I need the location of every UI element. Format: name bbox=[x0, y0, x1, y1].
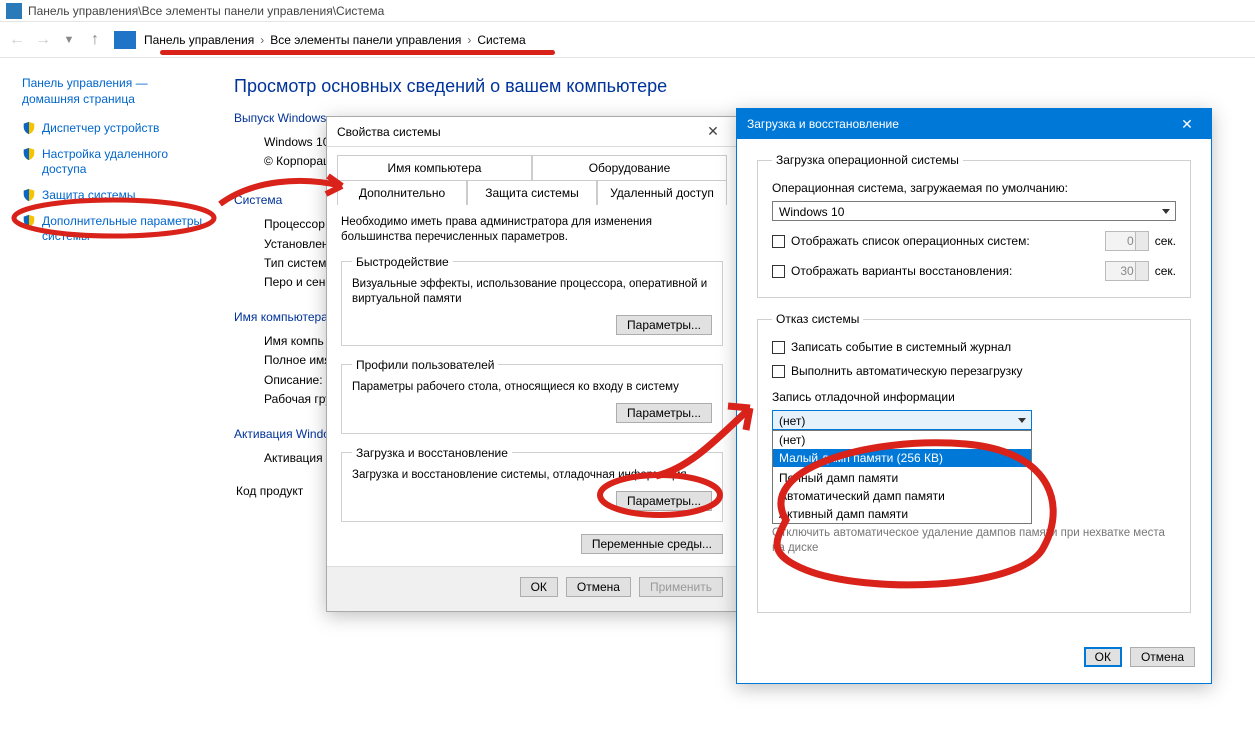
shield-icon bbox=[22, 147, 36, 161]
seconds-unit: сек. bbox=[1155, 234, 1176, 248]
startup-recovery-settings-button[interactable]: Параметры... bbox=[616, 491, 712, 511]
dialog-startup-recovery: Загрузка и восстановление ✕ Загрузка опе… bbox=[736, 108, 1212, 684]
dump-type-selected: (нет) bbox=[779, 414, 805, 428]
group-performance: Быстродействие Визуальные эффекты, испол… bbox=[341, 255, 723, 346]
sidebar-item-remote-settings[interactable]: Настройка удаленного доступа bbox=[22, 147, 208, 178]
env-vars-button[interactable]: Переменные среды... bbox=[581, 534, 723, 554]
control-panel-icon bbox=[6, 3, 22, 19]
sidebar-item-label: Диспетчер устройств bbox=[42, 121, 159, 137]
apply-button[interactable]: Применить bbox=[639, 577, 723, 597]
sidebar-item-system-protection[interactable]: Защита системы bbox=[22, 188, 208, 204]
dump-option-active[interactable]: Активный дамп памяти bbox=[773, 505, 1031, 523]
seconds-unit: сек. bbox=[1155, 264, 1176, 278]
dump-type-dropdown[interactable]: (нет) Малый дамп памяти (256 КВ) Дамп па… bbox=[772, 430, 1032, 524]
checkbox-label: Записать событие в системный журнал bbox=[791, 340, 1011, 354]
dump-option-full[interactable]: Полный дамп памяти bbox=[773, 469, 1031, 487]
group-legend: Быстродействие bbox=[352, 255, 453, 269]
checkbox-label: Отображать варианты восстановления: bbox=[791, 264, 1099, 278]
close-icon[interactable]: ✕ bbox=[699, 122, 727, 142]
performance-settings-button[interactable]: Параметры... bbox=[616, 315, 712, 335]
dump-type-combo[interactable]: (нет) bbox=[772, 410, 1032, 430]
chevron-down-icon bbox=[1162, 209, 1170, 214]
group-legend: Профили пользователей bbox=[352, 358, 498, 372]
checkbox-show-recovery[interactable] bbox=[772, 265, 785, 278]
crumb-system[interactable]: Система bbox=[477, 33, 525, 47]
sidebar-item-label: Защита системы bbox=[42, 188, 135, 204]
dialog-footer: ОК Отмена Применить bbox=[327, 566, 737, 611]
window-path: Панель управления\Все элементы панели уп… bbox=[28, 4, 384, 18]
group-text: Визуальные эффекты, использование процес… bbox=[352, 277, 712, 307]
checkbox-show-os-list[interactable] bbox=[772, 235, 785, 248]
disable-auto-delete-label: Отключить автоматическое удаление дампов… bbox=[772, 526, 1176, 556]
crumb-all-items[interactable]: Все элементы панели управления bbox=[270, 33, 461, 47]
os-list-seconds-spinner[interactable]: 0 bbox=[1105, 231, 1149, 251]
group-user-profiles: Профили пользователей Параметры рабочего… bbox=[341, 358, 723, 434]
close-icon[interactable]: ✕ bbox=[1173, 114, 1201, 134]
shield-icon bbox=[22, 188, 36, 202]
dialog-title-bar[interactable]: Свойства системы ✕ bbox=[327, 117, 737, 147]
tabs-row-1: Имя компьютера Оборудование bbox=[337, 155, 727, 180]
sidebar-item-device-manager[interactable]: Диспетчер устройств bbox=[22, 121, 208, 137]
crumb-sep: › bbox=[467, 33, 471, 47]
checkbox-write-event[interactable] bbox=[772, 341, 785, 354]
sidebar: Панель управления — домашняя страница Ди… bbox=[0, 58, 220, 501]
nav-bar: ← → ▼ ↑ Панель управления › Все элементы… bbox=[0, 22, 1255, 58]
dialog-footer: ОК Отмена bbox=[737, 637, 1211, 683]
shield-icon bbox=[22, 214, 36, 228]
up-button[interactable]: ↑ bbox=[84, 29, 106, 51]
forward-button[interactable]: → bbox=[32, 29, 54, 51]
group-system-failure: Отказ системы Записать событие в системн… bbox=[757, 312, 1191, 613]
checkbox-auto-restart[interactable] bbox=[772, 365, 785, 378]
profiles-settings-button[interactable]: Параметры... bbox=[616, 403, 712, 423]
group-text: Параметры рабочего стола, относящиеся ко… bbox=[352, 380, 712, 395]
checkbox-label: Выполнить автоматическую перезагрузку bbox=[791, 364, 1023, 378]
group-startup-recovery: Загрузка и восстановление Загрузка и вос… bbox=[341, 446, 723, 522]
group-system-startup: Загрузка операционной системы Операционн… bbox=[757, 153, 1191, 298]
checkbox-label: Отображать список операционных систем: bbox=[791, 234, 1099, 248]
tab-remote[interactable]: Удаленный доступ bbox=[597, 180, 727, 205]
ok-button[interactable]: ОК bbox=[520, 577, 558, 597]
crumb-control-panel[interactable]: Панель управления bbox=[144, 33, 254, 47]
window-title-bar: Панель управления\Все элементы панели уп… bbox=[0, 0, 1255, 22]
recovery-seconds-spinner[interactable]: 30 bbox=[1105, 261, 1149, 281]
breadcrumb[interactable]: Панель управления › Все элементы панели … bbox=[144, 33, 526, 47]
back-button[interactable]: ← bbox=[6, 29, 28, 51]
sidebar-item-label: Дополнительные параметры системы bbox=[42, 214, 208, 245]
dump-option-none[interactable]: (нет) bbox=[773, 431, 1031, 449]
dialog-title-bar[interactable]: Загрузка и восстановление ✕ bbox=[737, 109, 1211, 139]
group-legend: Загрузка и восстановление bbox=[352, 446, 512, 460]
dialog-title-text: Свойства системы bbox=[337, 125, 441, 139]
dialog-title-text: Загрузка и восстановление bbox=[747, 117, 899, 131]
default-os-combo[interactable]: Windows 10 bbox=[772, 201, 1176, 221]
group-legend: Отказ системы bbox=[772, 312, 863, 326]
recent-locations-button[interactable]: ▼ bbox=[58, 29, 80, 51]
tab-system-protection[interactable]: Защита системы bbox=[467, 180, 597, 205]
dialog-body: Необходимо иметь права администратора дл… bbox=[327, 205, 737, 566]
dialog-body: Загрузка операционной системы Операционн… bbox=[737, 139, 1211, 637]
crumb-sep: › bbox=[260, 33, 264, 47]
page-title: Просмотр основных сведений о вашем компь… bbox=[234, 76, 667, 97]
default-os-value: Windows 10 bbox=[779, 205, 844, 219]
control-panel-home-link[interactable]: Панель управления — домашняя страница bbox=[22, 76, 208, 107]
tab-hardware[interactable]: Оборудование bbox=[532, 155, 727, 180]
default-os-label: Операционная система, загружаемая по умо… bbox=[772, 181, 1176, 195]
group-text: Загрузка и восстановление системы, отлад… bbox=[352, 468, 712, 483]
cancel-button[interactable]: Отмена bbox=[566, 577, 631, 597]
folder-icon bbox=[114, 31, 136, 49]
dialog-system-properties: Свойства системы ✕ Имя компьютера Оборуд… bbox=[326, 116, 738, 612]
ok-button[interactable]: ОК bbox=[1084, 647, 1122, 667]
shield-icon bbox=[22, 121, 36, 135]
tab-computer-name[interactable]: Имя компьютера bbox=[337, 155, 532, 180]
dump-label: Запись отладочной информации bbox=[772, 390, 1176, 404]
group-legend: Загрузка операционной системы bbox=[772, 153, 963, 167]
tab-advanced[interactable]: Дополнительно bbox=[337, 180, 467, 205]
tabs-row-2: Дополнительно Защита системы Удаленный д… bbox=[337, 180, 727, 205]
sidebar-item-advanced-system-settings[interactable]: Дополнительные параметры системы bbox=[22, 214, 208, 245]
sidebar-item-label: Настройка удаленного доступа bbox=[42, 147, 208, 178]
dump-option-auto[interactable]: Автоматический дамп памяти bbox=[773, 487, 1031, 505]
admin-note: Необходимо иметь права администратора дл… bbox=[341, 215, 723, 245]
dump-option-small[interactable]: Малый дамп памяти (256 КВ) bbox=[773, 449, 1031, 467]
cancel-button[interactable]: Отмена bbox=[1130, 647, 1195, 667]
